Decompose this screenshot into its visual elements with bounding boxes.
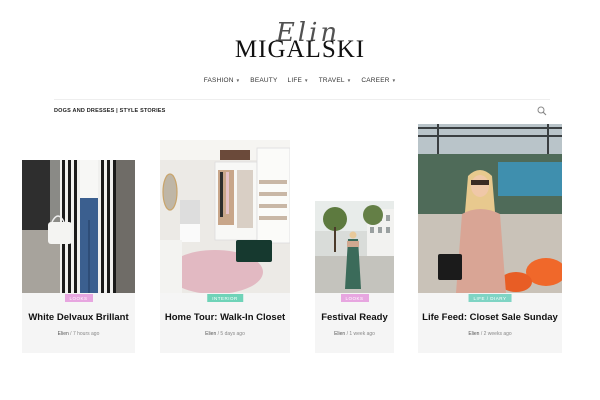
meta-separator: /	[480, 331, 483, 337]
nav-item-label: FASHION	[203, 77, 234, 84]
search-icon[interactable]	[537, 106, 547, 116]
post-card[interactable]: LOOKS White Delvaux Brillant Elien / 7 h…	[22, 160, 135, 353]
post-meta: Elien / 2 weeks ago	[418, 331, 562, 337]
nav-item-label: TRAVEL	[318, 77, 345, 84]
post-card[interactable]: LIFE / DIARY Life Feed: Closet Sale Sund…	[418, 124, 562, 353]
post-meta: Elien / 7 hours ago	[22, 331, 135, 337]
post-time: 1 week ago	[349, 331, 375, 337]
nav-item-label: BEAUTY	[250, 77, 278, 84]
nav-item-travel[interactable]: TRAVEL ▼	[319, 77, 352, 84]
chevron-down-icon: ▼	[346, 78, 352, 83]
category-tag[interactable]: LIFE / DIARY	[468, 294, 512, 302]
meta-separator: /	[346, 331, 348, 337]
post-title[interactable]: Life Feed: Closet Sale Sunday	[418, 312, 562, 323]
post-meta: Elien / 5 days ago	[160, 331, 290, 337]
site-logo[interactable]: Elin MIGALSKI	[0, 18, 600, 68]
meta-separator: /	[217, 331, 220, 337]
nav-item-fashion[interactable]: FASHION ▼	[204, 77, 241, 84]
post-image[interactable]	[160, 140, 290, 293]
category-tag[interactable]: LOOKS	[64, 294, 93, 302]
post-card[interactable]: LOOKS Festival Ready Elien / 1 week ago	[315, 201, 394, 353]
header-divider	[54, 99, 550, 100]
nav-item-beauty[interactable]: BEAUTY	[250, 77, 277, 84]
breadcrumb: DOGS AND DRESSES | STYLE STORIES	[54, 108, 166, 114]
post-image[interactable]	[315, 201, 394, 293]
nav-item-label: CAREER	[361, 77, 390, 84]
main-nav: FASHION ▼ BEAUTY LIFE ▼ TRAVEL ▼ CAREER …	[0, 77, 600, 84]
post-card[interactable]: INTERIOR Home Tour: Walk-In Closet Elien…	[160, 140, 290, 353]
post-author[interactable]: Elien	[58, 331, 69, 337]
post-image[interactable]	[418, 124, 562, 293]
post-time: 5 days ago	[220, 331, 245, 337]
chevron-down-icon: ▼	[304, 78, 309, 83]
post-time: 7 hours ago	[72, 331, 100, 337]
post-title[interactable]: Festival Ready	[315, 312, 394, 323]
logo-wordmark: MIGALSKI	[234, 36, 366, 63]
post-author[interactable]: Elien	[205, 331, 216, 337]
chevron-down-icon: ▼	[391, 78, 397, 83]
nav-item-life[interactable]: LIFE ▼	[288, 77, 309, 84]
nav-item-career[interactable]: CAREER ▼	[361, 77, 396, 84]
nav-item-label: LIFE	[287, 77, 303, 84]
post-author[interactable]: Elien	[334, 331, 345, 337]
chevron-down-icon: ▼	[235, 78, 241, 83]
post-meta: Elien / 1 week ago	[315, 331, 394, 337]
meta-separator: /	[70, 331, 72, 337]
post-image[interactable]	[22, 160, 135, 293]
post-author[interactable]: Elien	[468, 331, 479, 337]
category-tag[interactable]: LOOKS	[340, 294, 369, 302]
post-time: 2 weeks ago	[483, 331, 512, 337]
category-tag[interactable]: INTERIOR	[207, 294, 243, 302]
post-title[interactable]: White Delvaux Brillant	[22, 312, 135, 323]
post-title[interactable]: Home Tour: Walk-In Closet	[160, 312, 290, 323]
